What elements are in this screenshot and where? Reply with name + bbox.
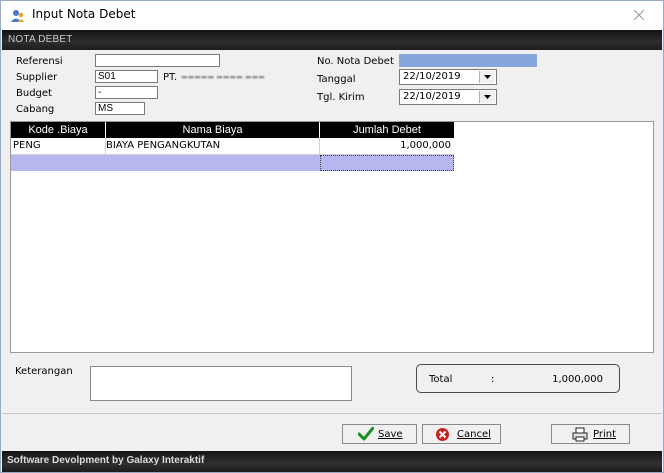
user-icon [11,8,25,22]
col-divider [105,138,106,155]
budget-label: Budget [16,88,52,99]
supplier-name-redacted: ▬▬▬▬▬ ▬▬▬▬ ▬▬▬ [181,73,265,81]
row-kode[interactable]: PENG [13,138,41,154]
tgl-kirim-value: 22/10/2019 [403,91,461,102]
tgl-kirim-picker[interactable]: 22/10/2019 [399,89,497,105]
total-separator: : [491,374,495,385]
column-header-jumlah-debet[interactable]: Jumlah Debet [320,122,454,138]
total-value: 1,000,000 [552,374,603,385]
close-icon [634,10,644,20]
footer-bar: Software Devolpment by Galaxy Interaktif [2,451,662,472]
supplier-label: Supplier [16,72,58,83]
no-nota-debet-input[interactable] [399,54,537,67]
nota-debet-window: Input Nota Debet NOTA DEBET Referensi Su… [0,0,664,473]
active-cell[interactable] [320,155,454,171]
printer-icon [572,427,588,445]
tgl-kirim-dropdown-button[interactable] [479,91,495,103]
no-nota-debet-label: No. Nota Debet [317,56,394,67]
print-label: Print [593,429,617,440]
footer-credit: Software Devolpment by Galaxy Interaktif [7,455,205,466]
close-button[interactable] [617,1,663,30]
cancel-icon [435,427,450,445]
cabang-label: Cabang [16,104,55,115]
save-label: Save [378,429,403,440]
budget-input[interactable]: - [95,86,158,99]
total-panel: Total : 1,000,000 [416,364,620,393]
col-divider [319,138,320,155]
keterangan-label: Keterangan [15,366,73,377]
supplier-code-input[interactable]: S01 [95,70,158,83]
print-button[interactable]: Print [551,424,630,444]
chevron-down-icon [484,75,491,79]
save-button[interactable]: Save [342,424,417,444]
row-jumlah[interactable]: 1,000,000 [400,138,451,154]
tanggal-picker[interactable]: 22/10/2019 [399,69,497,85]
keterangan-textarea[interactable] [90,366,352,401]
tgl-kirim-label: Tgl. Kirim [317,92,365,103]
chevron-down-icon [484,95,491,99]
column-header-nama-biaya[interactable]: Nama Biaya [106,122,320,138]
title-bar: Input Nota Debet [1,1,663,30]
section-title: NOTA DEBET [8,34,73,45]
section-header: NOTA DEBET [2,30,662,50]
checkmark-icon [357,426,375,444]
window-title: Input Nota Debet [32,7,136,21]
row-nama[interactable]: BIAYA PENGANGKUTAN [106,138,220,154]
tanggal-dropdown-button[interactable] [479,71,495,83]
referensi-label: Referensi [16,56,63,67]
total-label: Total [429,374,453,385]
detail-grid[interactable]: Kode .Biaya Nama Biaya Jumlah Debet PENG… [10,121,654,353]
cabang-input[interactable]: MS [95,102,145,115]
cancel-button[interactable]: Cancel [422,424,501,444]
tanggal-value: 22/10/2019 [403,71,461,82]
referensi-input[interactable] [95,54,220,67]
column-header-kode-biaya[interactable]: Kode .Biaya [11,122,106,138]
supplier-name: PT. [163,72,178,83]
cancel-label: Cancel [457,429,491,440]
divider [2,413,662,414]
tanggal-label: Tanggal [317,74,356,85]
